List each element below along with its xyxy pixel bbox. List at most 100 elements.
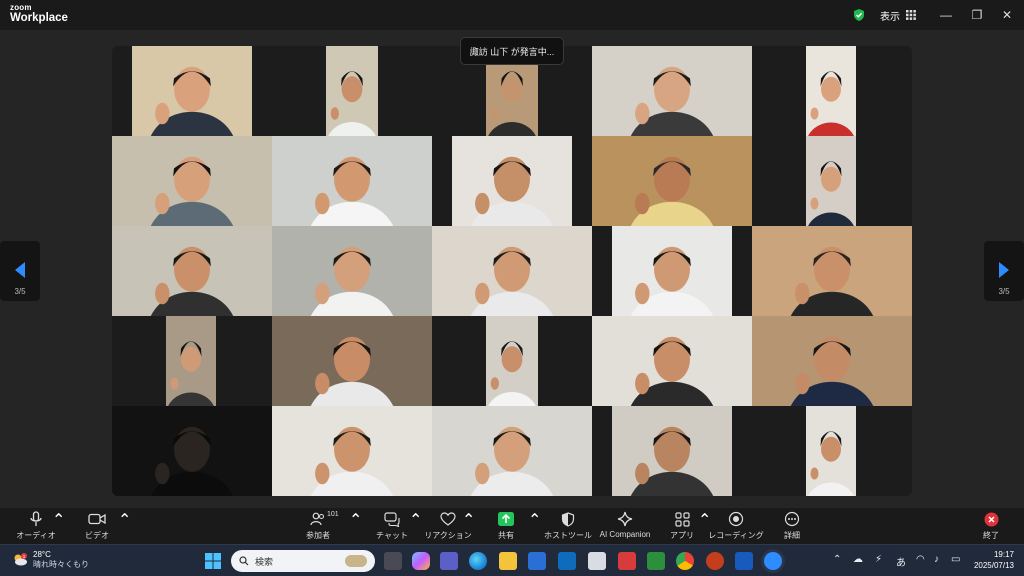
participants-icon[interactable]: 101 [310,510,339,528]
outlook-icon[interactable] [558,552,576,570]
participant-video [470,156,554,226]
chat-options-caret[interactable]: ⌃ [409,510,422,544]
onedrive-icon[interactable]: ☁ [853,554,863,565]
copilot-icon[interactable] [412,552,430,570]
arrow-right-icon[interactable] [996,261,1012,279]
record-icon[interactable] [728,510,744,528]
app-icon[interactable] [588,552,606,570]
taskbar-clock[interactable]: 19:17 2025/07/13 [968,549,1014,571]
teams-icon[interactable] [440,552,458,570]
participant-video [630,156,714,226]
chrome-icon[interactable] [676,552,694,570]
participant-video-tile[interactable] [112,226,272,316]
participants-label: 参加者 [306,531,330,540]
share-options-caret[interactable]: ⌃ [528,510,541,544]
windows-start-icon[interactable] [204,552,222,570]
participants-options-caret[interactable]: ⌃ [349,510,362,544]
pdf-icon[interactable] [618,552,636,570]
host-shield-icon[interactable] [561,510,575,528]
reactions-options-caret[interactable]: ⌃ [462,510,475,544]
recording-button[interactable]: レコーディング [708,510,764,544]
participant-video-tile[interactable] [112,406,272,496]
participant-video-tile[interactable] [806,136,856,226]
meeting-toolbar: オーディオ ⌃ ビデオ ⌃ 101 参加者 ⌃ チャット ⌃ リアクション ⌃ … [0,508,1024,544]
participant-video [310,336,394,406]
ai-companion-label: AI Companion [599,530,651,539]
host-tools-button[interactable]: ホストツール [544,510,592,544]
participant-video-tile[interactable] [752,226,912,316]
map-app-icon[interactable] [647,552,665,570]
microphone-icon[interactable] [29,510,43,528]
share-screen-icon[interactable] [498,510,514,528]
wifi-icon[interactable]: ◠ [916,554,925,565]
powerpoint-icon[interactable] [706,552,724,570]
volume-icon[interactable]: ♪ [934,554,939,565]
participant-video-tile[interactable] [272,226,432,316]
shield-check-icon[interactable] [852,8,866,22]
apps-button[interactable]: アプリ [670,510,694,544]
participant-video [310,246,394,316]
participant-video-tile[interactable] [592,136,752,226]
maximize-button[interactable]: ❐ [967,6,987,24]
participant-video-tile[interactable] [272,316,432,406]
participant-video-tile[interactable] [612,226,732,316]
participant-video-tile[interactable] [592,316,752,406]
zoom-taskbar-icon[interactable] [764,552,782,570]
participant-video-tile[interactable] [326,46,378,136]
video-options-caret[interactable]: ⌃ [118,510,131,544]
arrow-left-icon[interactable] [12,261,28,279]
heart-icon[interactable] [440,510,456,528]
ai-companion-button[interactable]: AI Companion [598,510,652,544]
edge-icon[interactable] [469,552,487,570]
task-view-icon[interactable] [384,552,402,570]
word-icon[interactable] [735,552,753,570]
participant-video-tile[interactable] [272,406,432,496]
end-label: 終了 [983,531,999,540]
network-tray-icon[interactable]: ⚡ [875,554,882,565]
participant-video-tile[interactable] [452,136,572,226]
share-button[interactable]: 共有 [494,510,518,544]
audio-options-caret[interactable]: ⌃ [52,510,65,544]
tray-overflow-icon[interactable]: ⌃ [833,554,841,565]
participant-video-tile[interactable] [132,46,252,136]
battery-icon[interactable]: ▭ [951,554,960,565]
participant-video-tile[interactable] [806,46,856,136]
taskbar-search[interactable]: 検索 [231,550,375,572]
apps-icon[interactable] [674,510,690,528]
ime-indicator[interactable]: あ [896,554,906,569]
minimize-button[interactable]: — [936,6,956,24]
view-menu[interactable]: 表示 [852,5,916,25]
participants-button[interactable]: 101 参加者 [300,510,339,544]
end-meeting-button[interactable]: 終了 [980,510,1002,544]
participant-video-tile[interactable] [486,316,538,406]
audio-button[interactable]: オーディオ [16,510,56,544]
search-placeholder: 検索 [255,556,274,567]
chat-button[interactable]: チャット [376,510,408,544]
prev-page-button[interactable]: 3/5 [0,241,40,301]
close-button[interactable]: ✕ [997,6,1017,24]
participant-video-tile[interactable] [432,226,592,316]
end-icon[interactable] [984,510,999,528]
participant-video-tile[interactable] [612,406,732,496]
participant-video-tile[interactable] [432,406,592,496]
sparkle-icon[interactable] [617,510,633,528]
grid-view-icon[interactable] [906,10,916,20]
next-page-button[interactable]: 3/5 [984,241,1024,301]
participant-video-tile[interactable] [592,46,752,136]
more-dots-icon[interactable] [784,510,800,528]
file-explorer-icon[interactable] [499,552,517,570]
store-icon[interactable] [528,552,546,570]
video-button[interactable]: ビデオ [82,510,112,544]
camera-icon[interactable] [88,510,106,528]
participant-video-tile[interactable] [166,316,216,406]
weather-text: 晴れ時々くもり [33,560,89,569]
participant-video-tile[interactable] [112,136,272,226]
chat-icon[interactable] [384,510,400,528]
participant-video-tile[interactable] [752,316,912,406]
more-button[interactable]: 詳細 [780,510,804,544]
weather-widget[interactable]: 1 28°C 晴れ時々くもり [12,550,89,570]
participant-video-tile[interactable] [806,406,856,496]
clock-time: 19:17 [993,550,1014,559]
participant-video-tile[interactable] [272,136,432,226]
view-label[interactable]: 表示 [880,8,900,23]
